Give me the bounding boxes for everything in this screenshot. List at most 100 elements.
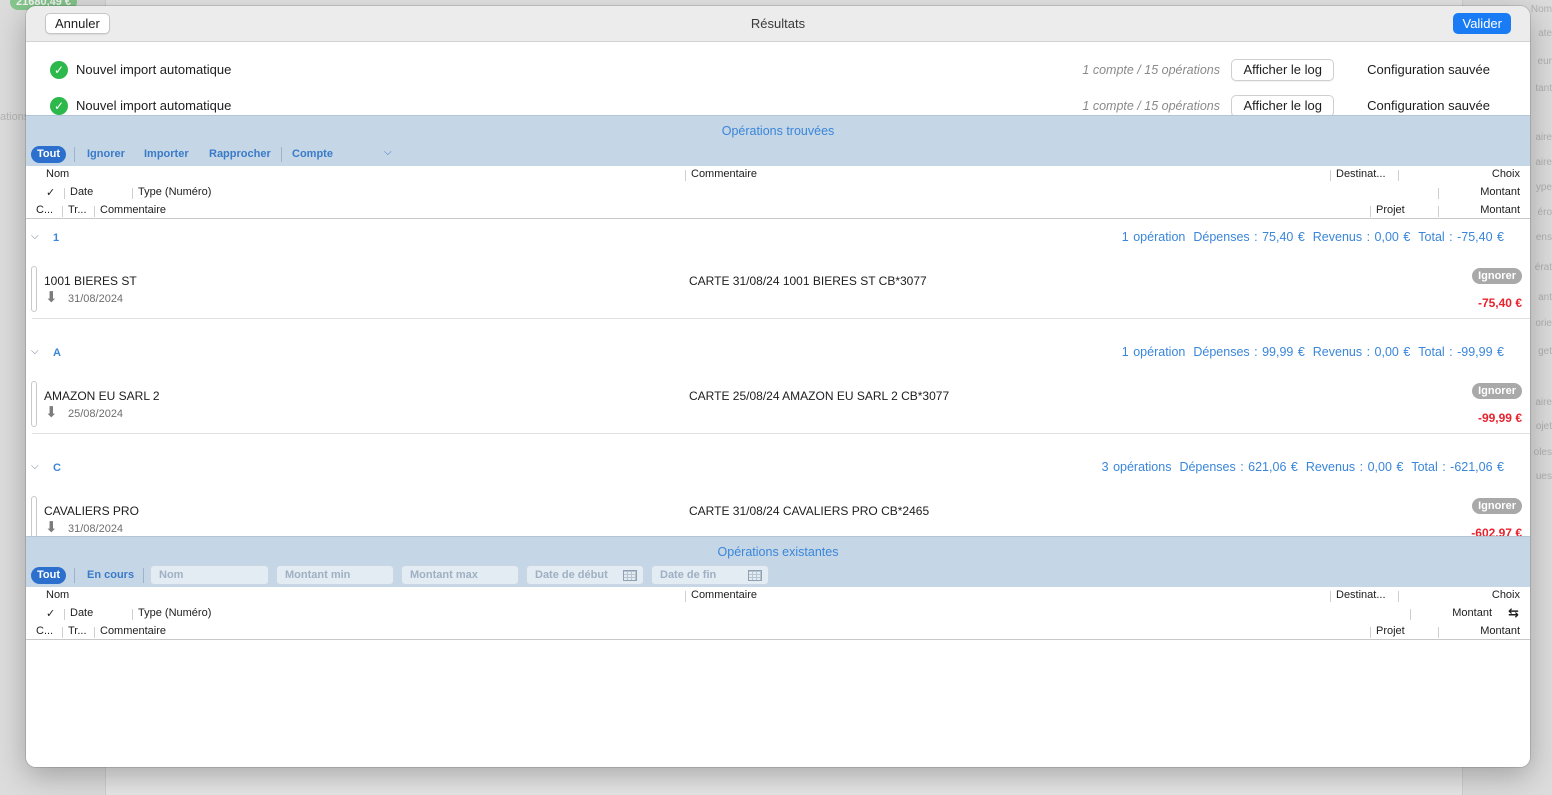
col-comment-2[interactable]: Commentaire — [100, 625, 166, 637]
filter-all[interactable]: Tout — [31, 146, 67, 163]
divider — [1398, 591, 1399, 602]
divider — [143, 568, 144, 583]
calendar-icon[interactable] — [748, 570, 762, 581]
chevron-down-icon[interactable]: ⌵ — [31, 346, 39, 357]
account-dropdown[interactable]: Compte — [292, 146, 333, 163]
col-transfer[interactable]: Tr... — [68, 204, 87, 216]
choice-badge[interactable]: Ignorer — [1472, 268, 1522, 284]
col-choice[interactable]: Choix — [1492, 589, 1520, 601]
inspector-label: get — [1538, 346, 1552, 357]
divider — [132, 609, 133, 620]
divider — [132, 188, 133, 199]
swap-arrows-icon[interactable]: ⇆ — [1508, 605, 1519, 621]
end-date-input[interactable]: Date de fin — [651, 565, 769, 585]
col-comment-2[interactable]: Commentaire — [100, 204, 166, 216]
operation-comment: CARTE 25/08/24 AMAZON EU SARL 2 CB*3077 — [689, 389, 950, 403]
amount-max-input[interactable]: Montant max — [401, 565, 519, 585]
choice-badge[interactable]: Ignorer — [1472, 498, 1522, 514]
group-summary: 1 opération Dépenses : 75,40 € Revenus : 0… — [1114, 230, 1504, 244]
col-amount-2[interactable]: Montant — [1480, 625, 1520, 637]
group-header[interactable]: ⌵ C 3 opérations Dépenses : 621,06 € Reven… — [26, 457, 1530, 479]
inspector-label: tant — [1535, 83, 1552, 94]
arrow-down-icon: ⬇ — [45, 404, 58, 421]
col-project[interactable]: Projet — [1376, 625, 1405, 637]
chevron-down-icon[interactable]: ⌵ — [31, 461, 39, 472]
found-operations-bar: Opérations trouvées Tout Ignorer Importe… — [26, 115, 1530, 166]
calendar-icon[interactable] — [623, 570, 637, 581]
choice-badge[interactable]: Ignorer — [1472, 383, 1522, 399]
row-marker — [31, 266, 37, 312]
divider — [62, 627, 63, 638]
col-choice[interactable]: Choix — [1492, 168, 1520, 180]
divider — [1330, 591, 1331, 602]
divider — [94, 627, 95, 638]
show-log-button[interactable]: Afficher le log — [1231, 59, 1334, 81]
col-type[interactable]: Type (Numéro) — [138, 607, 211, 619]
group-header[interactable]: ⌵ 1 1 opération Dépenses : 75,40 € Revenus… — [26, 227, 1530, 249]
operation-date: 31/08/2024 — [68, 293, 124, 305]
group-expenses: Dépenses : 99,99 € — [1193, 345, 1305, 359]
divider — [32, 318, 1530, 319]
inspector-label: oles — [1533, 447, 1552, 458]
col-name[interactable]: Nom — [46, 589, 69, 601]
col-destination[interactable]: Destinat... — [1336, 168, 1386, 180]
operation-comment: CARTE 31/08/24 1001 BIERES ST CB*3077 — [689, 274, 927, 288]
name-filter-input[interactable]: Nom — [150, 565, 269, 585]
config-status: Configuration sauvée — [1367, 62, 1490, 77]
filter-ignore[interactable]: Ignorer — [87, 146, 125, 163]
col-amount[interactable]: Montant — [1452, 607, 1492, 619]
divider — [1370, 627, 1371, 638]
operation-name: AMAZON EU SARL 2 — [44, 389, 160, 403]
background-inspector: Nom ate eur tant aire aire ype éro ens é… — [1530, 0, 1552, 795]
col-project[interactable]: Projet — [1376, 204, 1405, 216]
operation-row[interactable]: AMAZON EU SARL 2 ⬇ 25/08/2024 CARTE 25/0… — [26, 377, 1530, 433]
operation-amount: -99,99 € — [1477, 411, 1522, 425]
group-count: 3 opérations — [1101, 460, 1172, 474]
group-expenses: Dépenses : 75,40 € — [1193, 230, 1305, 244]
col-amount-2[interactable]: Montant — [1480, 204, 1520, 216]
col-transfer[interactable]: Tr... — [68, 625, 87, 637]
inspector-label: Nom — [1530, 4, 1552, 15]
amount-min-input[interactable]: Montant min — [276, 565, 394, 585]
filter-in-progress[interactable]: En cours — [87, 567, 134, 584]
success-check-icon: ✓ — [50, 97, 68, 115]
operation-row[interactable]: 1001 BIERES ST ⬇ 31/08/2024 CARTE 31/08/… — [26, 262, 1530, 318]
col-c[interactable]: C... — [36, 625, 53, 637]
chevron-down-icon[interactable]: ⌵ — [384, 147, 392, 158]
operation-row[interactable]: CAVALIERS PRO ⬇ 31/08/2024 CARTE 31/08/2… — [26, 492, 1530, 536]
divider — [74, 147, 75, 162]
col-name[interactable]: Nom — [46, 168, 69, 180]
col-destination[interactable]: Destinat... — [1336, 589, 1386, 601]
col-check[interactable]: ✓ — [46, 607, 55, 620]
col-type[interactable]: Type (Numéro) — [138, 186, 211, 198]
divider — [685, 591, 686, 602]
divider — [64, 609, 65, 620]
show-log-button[interactable]: Afficher le log — [1231, 95, 1334, 117]
inspector-label: ojet — [1535, 421, 1552, 432]
group-header[interactable]: ⌵ A 1 opération Dépenses : 99,99 € Revenus… — [26, 342, 1530, 364]
col-c[interactable]: C... — [36, 204, 53, 216]
operation-date: 25/08/2024 — [68, 408, 124, 420]
results-sheet: Annuler Résultats Valider ✓ Nouvel impor… — [26, 6, 1530, 767]
chevron-down-icon[interactable]: ⌵ — [31, 231, 39, 242]
filter-reconcile[interactable]: Rapprocher — [209, 146, 271, 163]
col-date[interactable]: Date — [70, 607, 93, 619]
filter-all[interactable]: Tout — [31, 567, 67, 584]
col-check[interactable]: ✓ — [46, 186, 55, 199]
divider — [32, 433, 1530, 434]
divider — [1398, 170, 1399, 181]
filter-import[interactable]: Importer — [144, 146, 189, 163]
inspector-label: aire — [1535, 397, 1552, 408]
group-name: A — [53, 347, 61, 359]
group-income: Revenus : 0,00 € — [1312, 230, 1411, 244]
found-operations-list: ⌵ 1 1 opération Dépenses : 75,40 € Revenus… — [26, 220, 1530, 536]
operation-amount: -75,40 € — [1477, 296, 1522, 310]
col-comment[interactable]: Commentaire — [691, 589, 757, 601]
start-date-input[interactable]: Date de début — [526, 565, 644, 585]
import-label: Nouvel import automatique — [76, 98, 232, 113]
col-amount[interactable]: Montant — [1480, 186, 1520, 198]
validate-button[interactable]: Valider — [1453, 13, 1511, 34]
col-date[interactable]: Date — [70, 186, 93, 198]
inspector-label: ues — [1535, 471, 1552, 482]
col-comment[interactable]: Commentaire — [691, 168, 757, 180]
